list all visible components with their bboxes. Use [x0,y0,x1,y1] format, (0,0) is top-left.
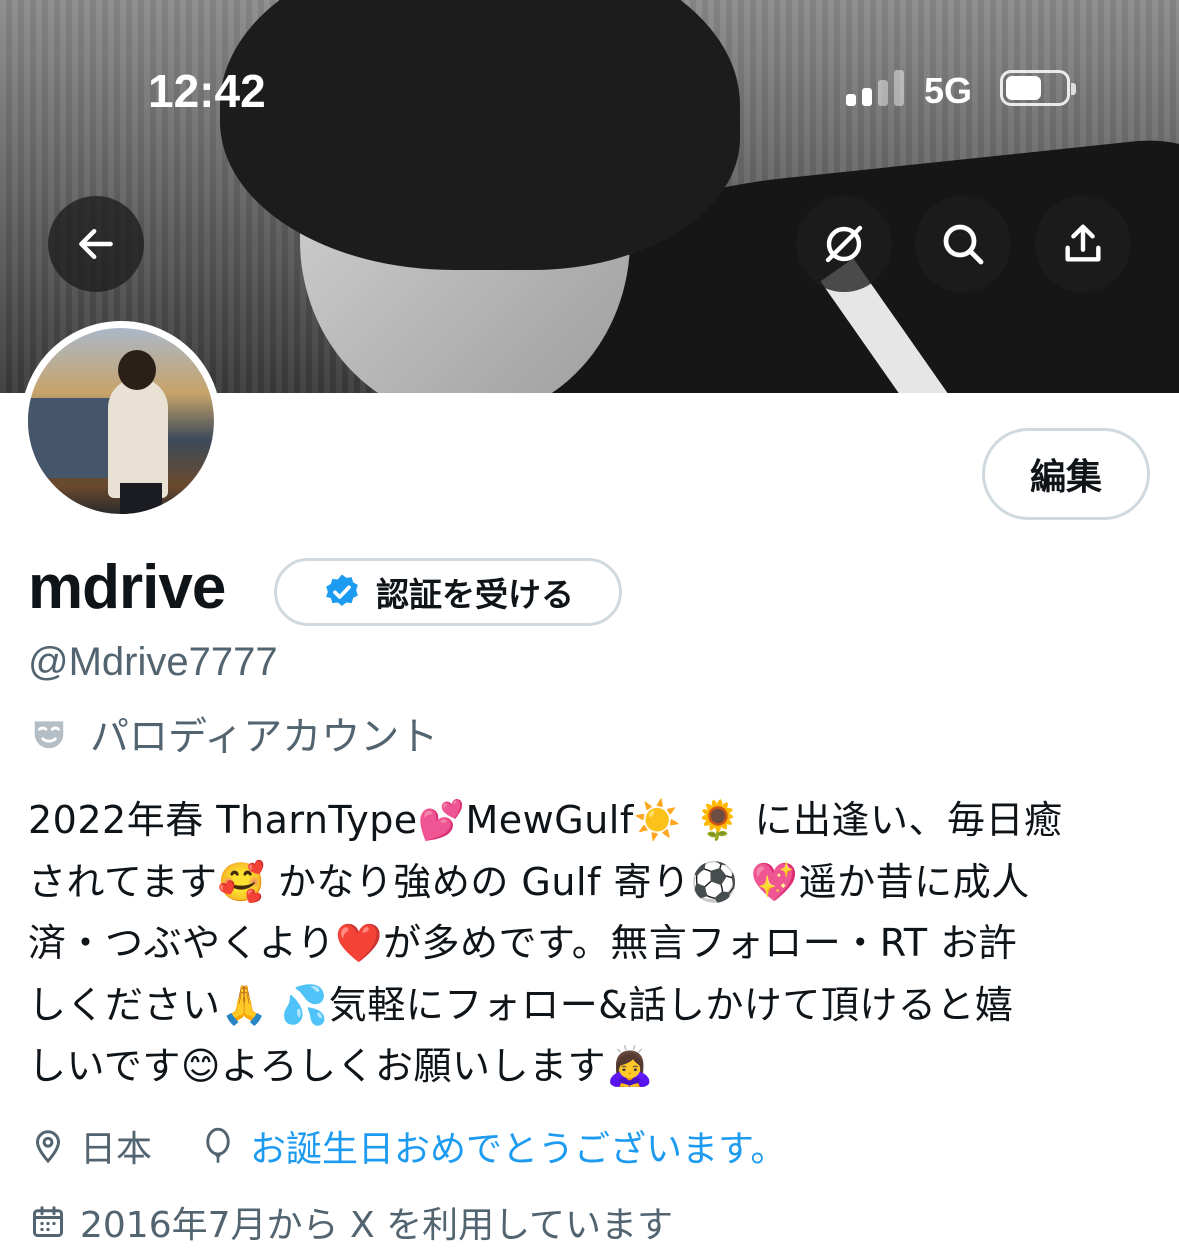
avatar[interactable] [21,321,221,521]
location-text: 日本 [80,1129,153,1170]
status-time: 12:42 [148,65,266,117]
birthday-link[interactable]: お誕生日おめでとうございます。 [250,1120,786,1172]
bio-line: されてます🥰 かなり強めの Gulf 寄り⚽️ 💖遥か昔に成人 [28,859,1030,904]
handle: @Mdrive7777 [28,640,278,684]
share-icon [1065,224,1101,262]
get-verified-label: 認証を受ける [376,575,574,614]
signal-icon [846,70,906,106]
location-pin-icon [35,1130,61,1164]
back-button[interactable] [48,196,144,292]
joined-text: 2016年7月から X を利用しています [80,1205,673,1246]
get-verified-button[interactable]: 認証を受ける [274,558,622,626]
battery-icon [1000,70,1076,106]
display-name: mdrive [28,553,226,622]
profile-meta: 日本 お誕生日おめでとうございます。 [30,1120,834,1172]
bio-line: しください🙏 💦気軽にフォロー&話しかけて頂けると嬉 [28,982,1014,1027]
network-label: 5G [924,70,973,111]
edit-profile-button[interactable]: 編集 [982,428,1150,520]
eye-slash-icon [825,225,863,263]
location: 日本 [30,1120,152,1172]
share-button[interactable] [1035,196,1131,292]
parody-label-row[interactable]: パロディアカウント [30,706,438,762]
battery-level [1006,76,1041,100]
bio: 2022年春 TharnType💕MewGulf☀️ 🌻 に出逢い、毎日癒 され… [28,790,1158,1098]
calendar-icon [33,1206,63,1237]
parody-label: パロディアカウント [90,715,439,760]
balloon-icon [206,1127,230,1163]
bio-line: しいです😊よろしくお願いします🙇‍♀️ [28,1044,654,1088]
search-button[interactable] [915,196,1011,292]
arrow-left-icon [79,228,113,260]
bio-line: 済・つぶやくより❤️が多めです。無言フォロー・RT お許 [28,921,1018,965]
bio-line: 2022年春 TharnType💕MewGulf☀️ 🌻 に出逢い、毎日癒 [28,798,1063,842]
hide-button[interactable] [796,196,892,292]
search-icon [943,224,984,265]
birthday[interactable]: お誕生日おめでとうございます。 [200,1120,786,1172]
joined-date: 2016年7月から X を利用しています [30,1196,673,1248]
verified-badge-icon [326,574,358,606]
mask-icon [34,721,64,749]
profile-banner[interactable] [0,0,1179,393]
